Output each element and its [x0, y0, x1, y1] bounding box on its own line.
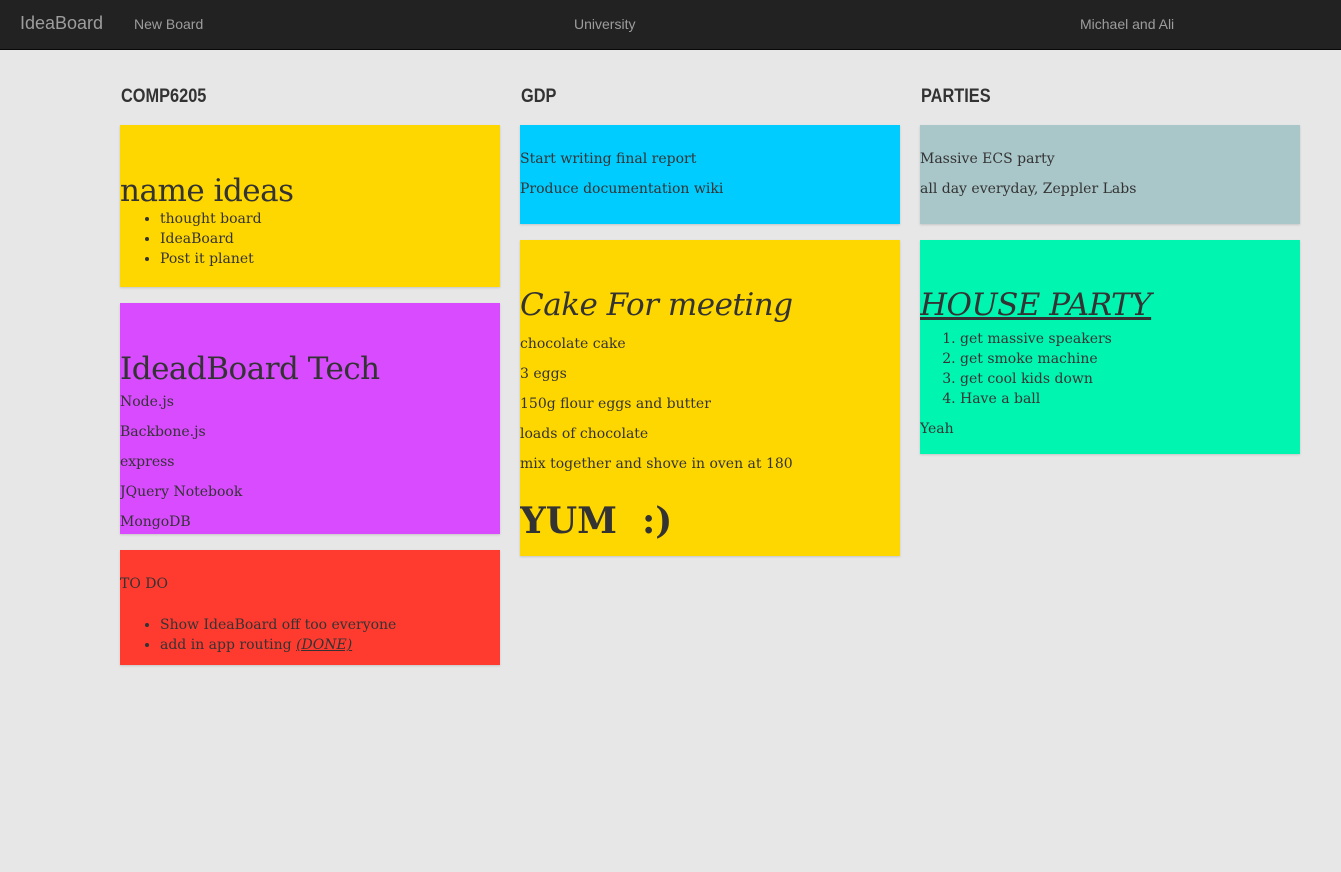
note-line: express: [120, 454, 175, 470]
users-link[interactable]: Michael and Ali: [1080, 16, 1174, 32]
note-line: Backbone.js: [120, 424, 206, 440]
note-todo[interactable]: TO DO Show IdeaBoard off too everyone ad…: [120, 550, 500, 665]
note-heading: Cake For meeting: [520, 287, 793, 323]
note-line: Start writing final report: [520, 151, 697, 167]
note-line: mix together and shove in oven at 180: [520, 456, 793, 472]
note-ideaboard-tech[interactable]: IdeadBoard Tech Node.js Backbone.js expr…: [120, 303, 500, 534]
note-line: JQuery Notebook: [120, 484, 243, 500]
column-parties: PARTIES: [920, 85, 1300, 109]
note-line: Node.js: [120, 394, 174, 410]
note-list: get massive speakers get smoke machine g…: [920, 329, 1300, 409]
note-line: loads of chocolate: [520, 426, 649, 442]
list-item: get massive speakers: [960, 329, 1300, 349]
new-board-link[interactable]: New Board: [134, 16, 203, 32]
note-heading: HOUSE PARTY: [920, 287, 1152, 323]
note-line: all day everyday, Zeppler Labs: [920, 181, 1137, 197]
note-gdp-tasks[interactable]: Start writing final report Produce docum…: [520, 125, 900, 224]
list-item: get smoke machine: [960, 349, 1300, 369]
note-footer: Yeah: [920, 421, 954, 437]
list-item: add in app routing (DONE): [160, 635, 500, 655]
list-item: IdeaBoard: [160, 229, 500, 249]
note-heading: name ideas: [120, 173, 294, 209]
list-item: thought board: [160, 209, 500, 229]
note-heading: IdeadBoard Tech: [120, 351, 380, 387]
list-item: Show IdeaBoard off too everyone: [160, 615, 500, 635]
column-comp6205: COMP6205: [120, 85, 500, 109]
note-house-party[interactable]: HOUSE PARTY get massive speakers get smo…: [920, 240, 1300, 454]
note-cake-for-meeting[interactable]: Cake For meeting chocolate cake 3 eggs 1…: [520, 240, 900, 556]
done-tag: (DONE): [296, 637, 353, 653]
column-gdp: GDP: [520, 85, 900, 109]
column-title: GDP: [521, 86, 557, 107]
current-board-link[interactable]: University: [574, 16, 635, 32]
note-footer: YUM :): [520, 500, 673, 542]
note-name-ideas[interactable]: name ideas thought board IdeaBoard Post …: [120, 125, 500, 287]
top-navbar: IdeaBoard New Board University Michael a…: [0, 0, 1341, 50]
list-item-text: add in app routing: [160, 637, 292, 653]
note-heading: TO DO: [120, 576, 168, 592]
note-line: Produce documentation wiki: [520, 181, 724, 197]
column-title: COMP6205: [121, 86, 207, 107]
note-line: 150g flour eggs and butter: [520, 396, 711, 412]
note-line: 3 eggs: [520, 366, 567, 382]
note-line: chocolate cake: [520, 336, 626, 352]
column-title: PARTIES: [921, 86, 991, 107]
note-line: MongoDB: [120, 514, 191, 530]
note-list: Show IdeaBoard off too everyone add in a…: [120, 615, 500, 655]
list-item: Post it planet: [160, 249, 500, 269]
note-ecs-party[interactable]: Massive ECS party all day everyday, Zepp…: [920, 125, 1300, 224]
list-item: Have a ball: [960, 389, 1300, 409]
note-line: Massive ECS party: [920, 151, 1055, 167]
note-list: thought board IdeaBoard Post it planet: [120, 209, 500, 269]
list-item: get cool kids down: [960, 369, 1300, 389]
brand-logo[interactable]: IdeaBoard: [20, 13, 103, 34]
